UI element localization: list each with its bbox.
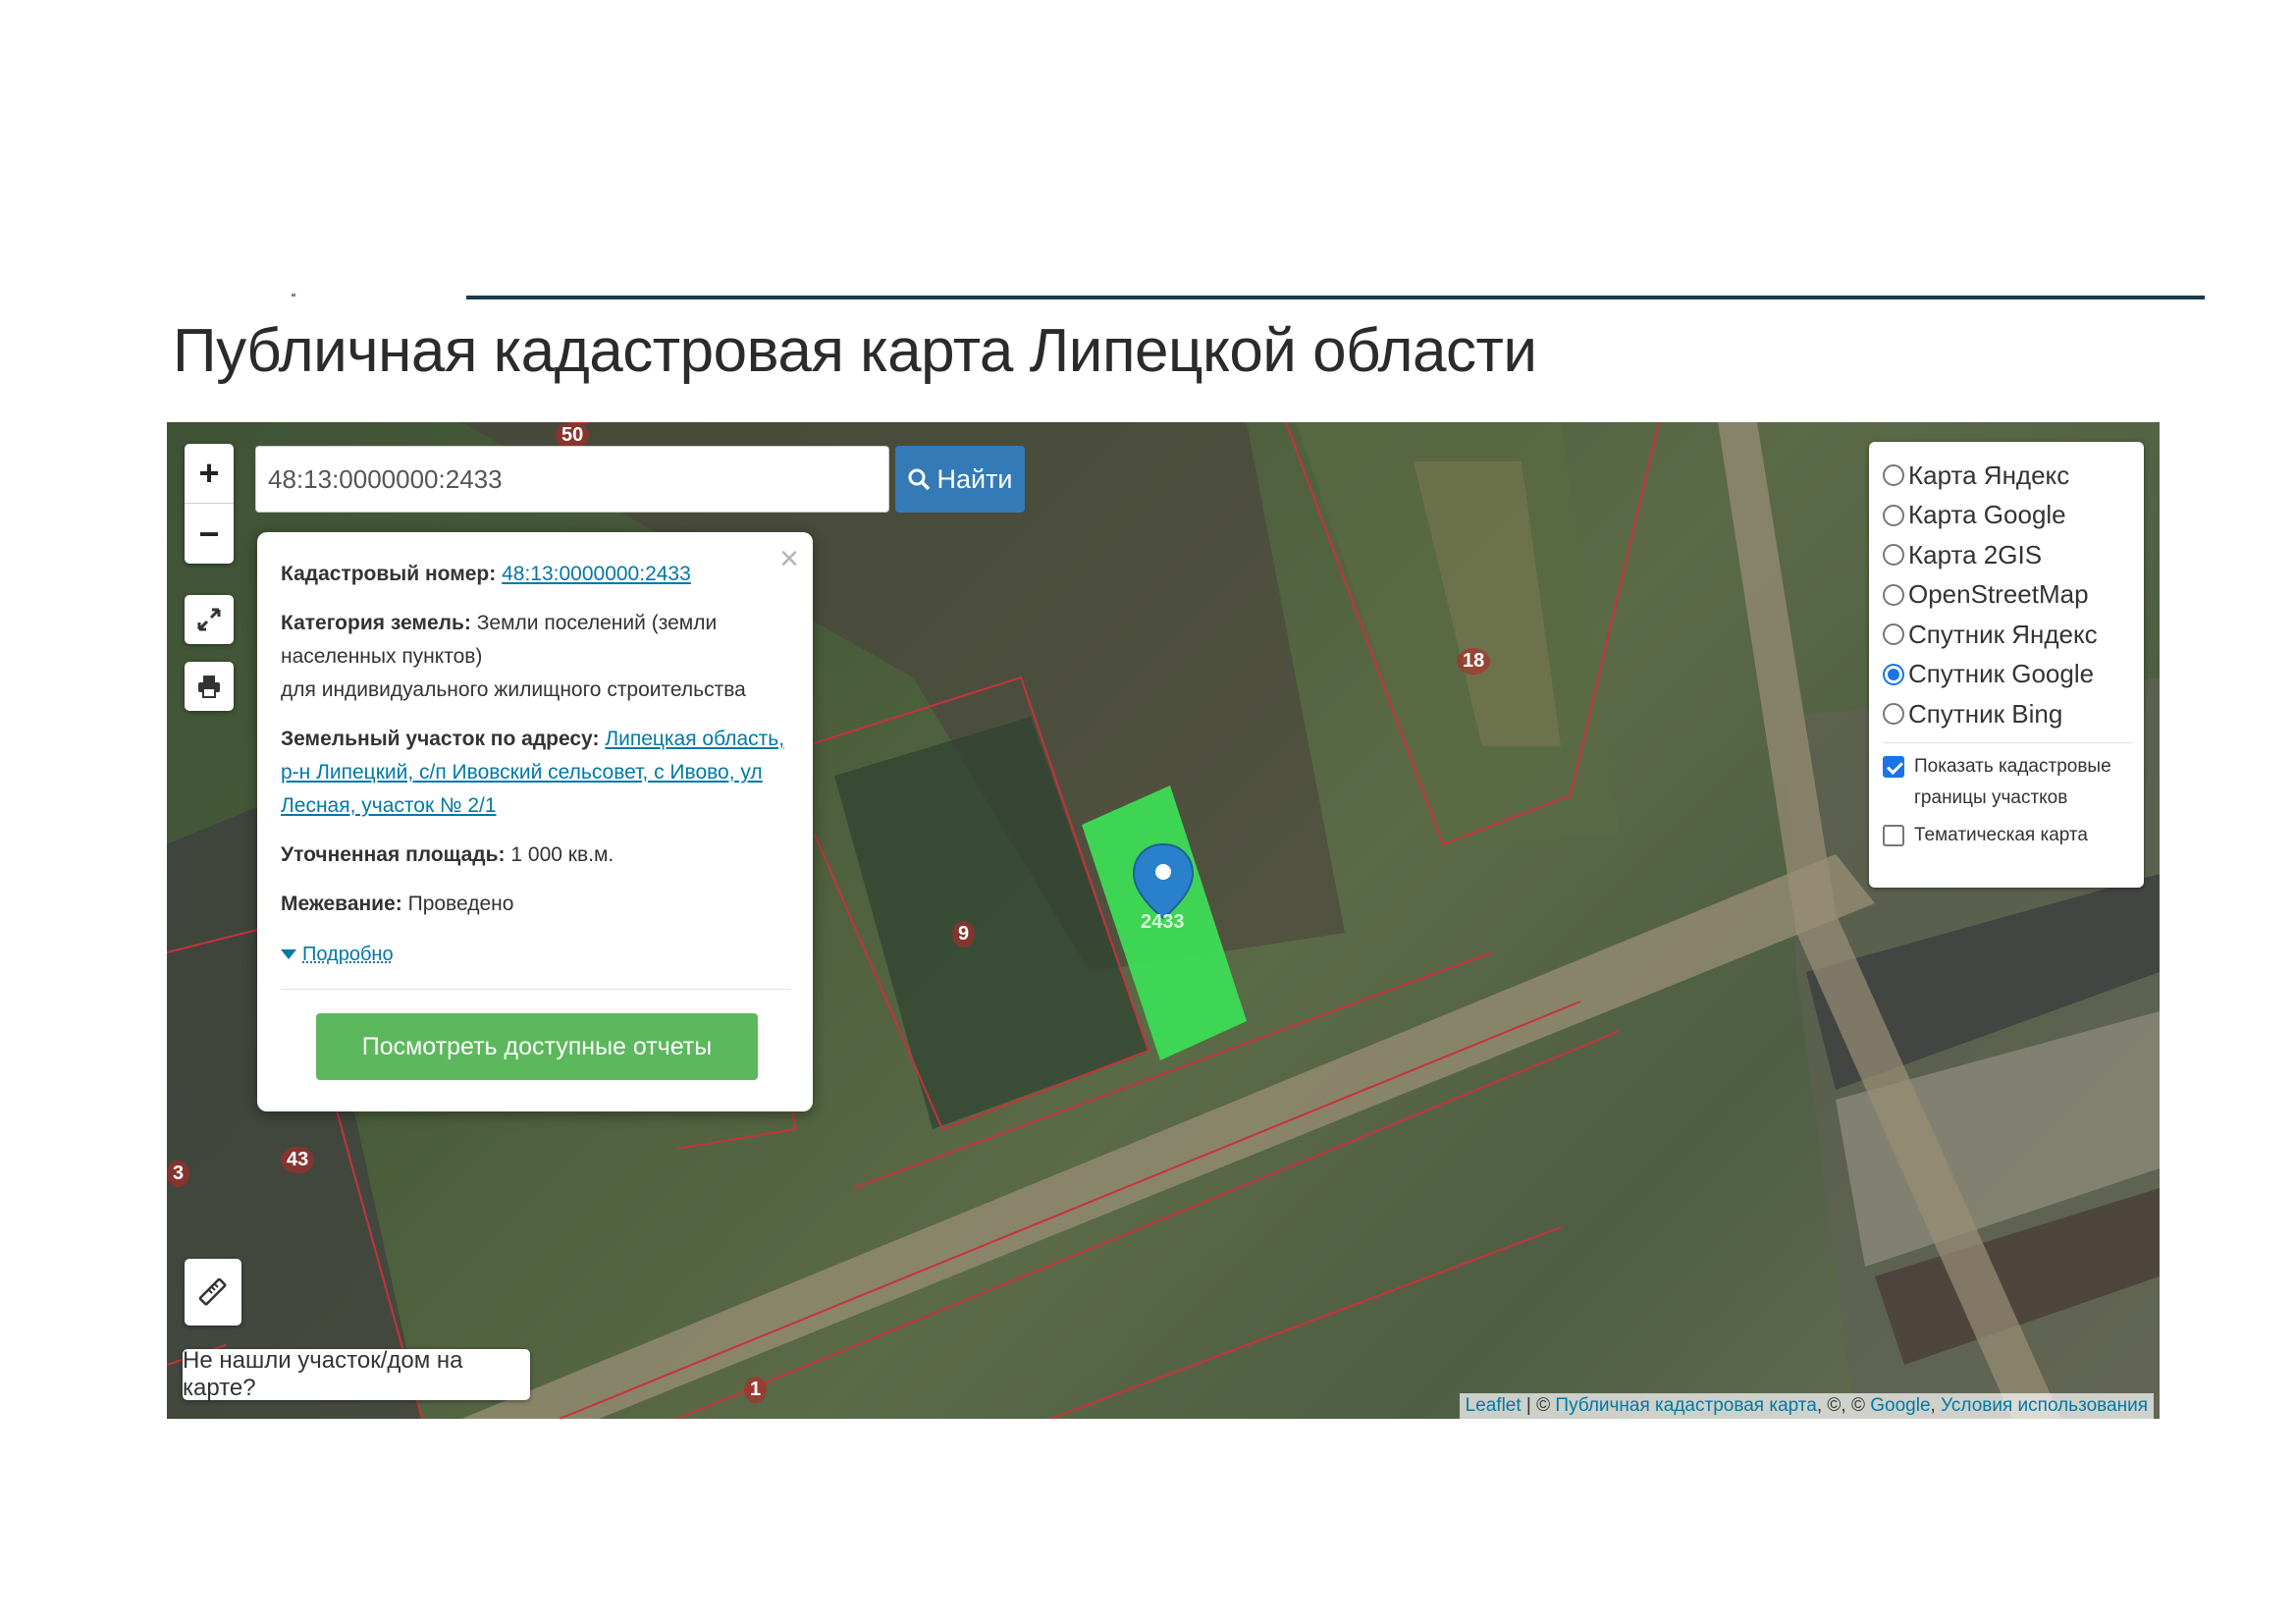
search-button-label: Найти [936,463,1013,494]
parcel-number-label: 43 [281,1147,315,1173]
layer-divider [1883,741,2132,743]
land-category-row: Категория земель: Земли поселений (земли… [281,607,791,707]
area-row: Уточненная площадь: 1 000 кв.м. [281,839,791,872]
leaflet-link[interactable]: Leaflet [1466,1395,1522,1416]
parcel-number-label: 18 [1457,648,1491,675]
print-button[interactable] [185,662,234,711]
cadastral-search-input[interactable] [255,446,889,513]
layer-option-label: Спутник Яндекс [1908,619,2098,649]
attribution-separator: | © [1521,1395,1556,1416]
parcel-number-label: 50 [556,422,590,449]
radio-icon[interactable] [1883,703,1904,726]
layer-switcher: Карта Яндекс Карта Google Карта 2GIS OpenSt… [1869,442,2144,888]
pkk-link[interactable]: Публичная кадастровая карта [1555,1395,1816,1416]
layer-option-label: Спутник Google [1908,659,2095,689]
layer-option[interactable]: Карта Google [1883,496,2132,536]
layer-option[interactable]: Карта 2GIS [1883,535,2132,575]
selected-parcel-label: 2433 [1141,911,1185,933]
search-button[interactable]: Найти [895,446,1025,513]
search-icon [908,468,931,491]
thematic-map-checkbox[interactable]: Тематическая карта [1883,820,2132,851]
header-rule [466,296,2205,299]
checkbox-unchecked-icon[interactable] [1883,824,1904,846]
attribution-separator: , [1930,1395,1942,1416]
layer-option[interactable]: Спутник Яндекс [1883,615,2132,655]
cadastral-number-row: Кадастровый номер: 48:13:0000000:2433 [281,558,791,591]
parcel-number-label: 3 [167,1161,190,1187]
survey-value: Проведено [407,893,514,915]
zoom-control: + − [185,444,234,564]
thematic-map-label: Тематическая карта [1914,824,2088,845]
checkbox-checked-icon[interactable] [1883,755,1904,778]
radio-icon[interactable] [1883,504,1904,526]
cadastral-number-link[interactable]: 48:13:0000000:2433 [502,563,691,585]
caret-down-icon [281,949,296,959]
close-icon[interactable]: × [779,542,799,575]
show-borders-label: Показать кадастровые границы участков [1914,755,2111,808]
cadastral-map[interactable]: 50 18 9 43 3 1 2433 + − Найти × [167,422,2160,1419]
zoom-out-button[interactable]: − [185,504,234,564]
view-reports-button[interactable]: Посмотреть доступные отчеты [316,1013,758,1080]
header-accent-dot [292,294,295,297]
radio-icon[interactable] [1883,464,1904,487]
layer-option-label: Карта Яндекс [1908,460,2070,490]
survey-label: Межевание: [281,893,402,915]
radio-icon[interactable] [1883,544,1904,567]
show-borders-checkbox[interactable]: Показать кадастровые границы участков [1883,751,2132,814]
radio-icon[interactable] [1883,583,1904,606]
parcel-number-label: 1 [744,1377,768,1403]
fullscreen-button[interactable] [185,595,234,644]
address-row: Земельный участок по адресу: Липецкая об… [281,723,791,823]
layer-option-label: OpenStreetMap [1908,579,2089,610]
survey-row: Межевание: Проведено [281,888,791,921]
layer-option[interactable]: Карта Яндекс [1883,456,2132,496]
land-category-label: Категория земель: [281,612,471,634]
zoom-in-button[interactable]: + [185,444,234,504]
layer-option-label: Спутник Bing [1908,698,2063,729]
measure-button[interactable] [185,1259,241,1326]
radio-selected-icon[interactable] [1883,663,1904,685]
layer-option[interactable]: Спутник Google [1883,655,2132,695]
attribution-separator: , ©, © [1816,1395,1871,1416]
not-found-button[interactable]: Не нашли участок/дом на карте? [183,1347,530,1401]
parcel-number-label: 9 [952,921,976,947]
area-value: 1 000 кв.м. [510,843,614,866]
page-title: Публичная кадастровая карта Липецкой обл… [173,317,1537,385]
details-label: Подробно [302,944,394,965]
cadastral-number-label: Кадастровый номер: [281,563,497,585]
ruler-icon [198,1277,227,1306]
layer-option-label: Карта Google [1908,500,2066,530]
layer-option-label: Карта 2GIS [1908,539,2043,569]
parcel-info-popup: × Кадастровый номер: 48:13:0000000:2433 … [257,532,813,1111]
layer-option[interactable]: OpenStreetMap [1883,575,2132,616]
layer-option[interactable]: Спутник Bing [1883,694,2132,734]
radio-icon[interactable] [1883,623,1904,646]
printer-icon [198,676,220,698]
popup-divider [281,989,791,990]
terms-link[interactable]: Условия использования [1941,1395,2148,1416]
address-label: Земельный участок по адресу: [281,728,600,750]
map-attribution: Leaflet | © Публичная кадастровая карта,… [1459,1393,2154,1419]
details-toggle[interactable]: Подробно [281,938,394,971]
google-link[interactable]: Google [1870,1395,1930,1416]
area-label: Уточненная площадь: [281,843,506,866]
land-usage-value: для индивидуального жилищного строительс… [281,678,746,701]
expand-icon [197,608,221,631]
